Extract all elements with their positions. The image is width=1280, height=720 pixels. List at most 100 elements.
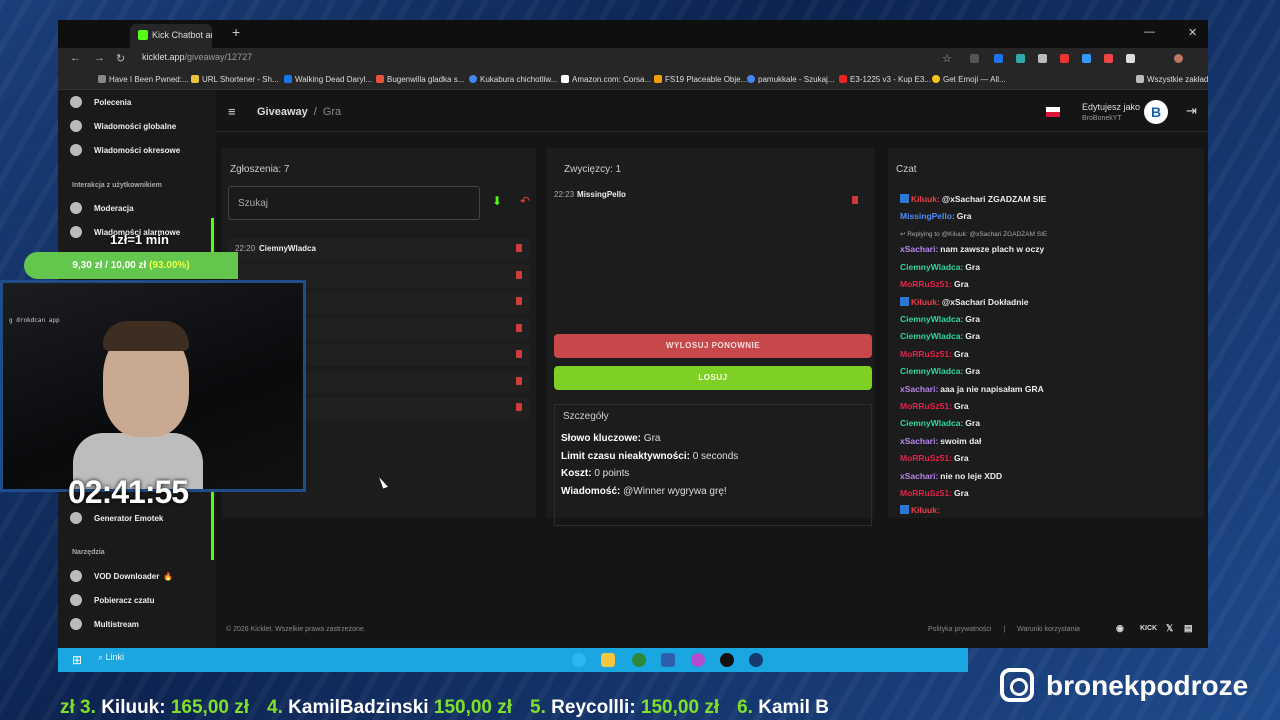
instagram-brand: bronekpodroze xyxy=(994,660,1280,710)
chat-username[interactable]: CiemnyWladca: xyxy=(900,314,963,324)
sidebar-item-moderation[interactable]: Moderacja xyxy=(70,202,134,214)
app-icon[interactable] xyxy=(691,653,705,667)
reload-icon[interactable]: ↻ xyxy=(116,52,125,65)
tab-bar: Kick Chatbot and + — ✕ xyxy=(58,20,1208,48)
steam-icon[interactable] xyxy=(749,653,763,667)
chat-username[interactable]: xSachari: xyxy=(900,471,938,481)
trash-icon[interactable] xyxy=(516,350,522,358)
chat-username[interactable]: MoRRuSz51: xyxy=(900,349,952,359)
bookmark[interactable]: pamukkale - Szukaj... xyxy=(747,75,834,84)
new-tab-icon[interactable]: + xyxy=(232,24,240,40)
trash-icon[interactable] xyxy=(516,403,522,411)
chat-username[interactable]: MoRRuSz51: xyxy=(900,488,952,498)
chat-username[interactable]: Kiluuk: xyxy=(911,505,940,515)
sidebar-item-periodic-messages[interactable]: Wiadomości okresowe xyxy=(70,144,180,156)
bookmark-folder[interactable]: Wszystkie zakład xyxy=(1136,75,1208,84)
windows-start-icon[interactable]: ⊞ xyxy=(72,653,82,667)
discord-icon[interactable]: ◉ xyxy=(1116,623,1124,634)
trash-icon[interactable] xyxy=(516,323,522,332)
chat-message: CiemnyWladca: Gra xyxy=(900,366,980,376)
chat-username[interactable]: xSachari: xyxy=(900,244,938,254)
bookmark[interactable]: E3-1225 v3 - Kup E3... xyxy=(839,75,931,84)
extension-icon[interactable] xyxy=(1082,54,1091,63)
chat-message: xSachari: nam zawsze plach w oczy xyxy=(900,244,1044,254)
sidebar-scrollbar[interactable] xyxy=(211,490,214,560)
chat-username[interactable]: Kiluuk: xyxy=(911,297,940,307)
sidebar-item-chat-downloader[interactable]: Pobieracz czatu xyxy=(70,594,154,606)
chat-username[interactable]: Kiluuk: xyxy=(911,194,940,204)
bookmark-star-icon[interactable]: ☆ xyxy=(942,52,952,65)
sidebar-item-global-messages[interactable]: Wiadomości globalne xyxy=(70,120,176,132)
winner-name: MissingPello xyxy=(577,190,626,199)
winners-title: Zwycięzcy: 1 xyxy=(564,164,622,175)
chat-username[interactable]: CiemnyWladca: xyxy=(900,331,963,341)
edge-icon[interactable] xyxy=(572,653,586,667)
bookmark[interactable]: Bugenwilla gladka s... xyxy=(376,75,464,84)
redraw-button[interactable]: WYLOSUJ PONOWNIE xyxy=(554,334,872,358)
taskbar-search[interactable]: ⌕ Linki xyxy=(98,652,124,663)
bookmark[interactable]: URL Shortener - Sh... xyxy=(191,75,279,84)
forward-icon[interactable]: → xyxy=(94,52,105,64)
chat-username[interactable]: xSachari: xyxy=(900,436,938,446)
profile-icon[interactable] xyxy=(1174,54,1183,63)
chat-username[interactable]: MoRRuSz51: xyxy=(900,453,952,463)
back-icon[interactable]: ← xyxy=(70,52,81,64)
extension-icon[interactable] xyxy=(1104,54,1113,63)
bookmark[interactable]: FS19 Placeable Obje... xyxy=(654,75,747,84)
extension-icon[interactable] xyxy=(1038,54,1047,63)
chat-message: xSachari: swoim dał xyxy=(900,436,981,446)
entries-title: Zgłoszenia: 7 xyxy=(230,164,290,175)
bookmark[interactable]: Have I Been Pwned:... xyxy=(98,75,189,84)
search-input[interactable]: Szukaj xyxy=(228,186,480,220)
minimize-icon[interactable]: — xyxy=(1144,26,1155,38)
chat-username[interactable]: CiemnyWladca: xyxy=(900,418,963,428)
trash-icon[interactable] xyxy=(852,196,858,204)
sidebar-item-commands[interactable]: Polecenia xyxy=(70,96,131,108)
extension-icon[interactable] xyxy=(1126,54,1135,63)
chrome-icon[interactable] xyxy=(632,653,646,667)
chat-username[interactable]: xSachari: xyxy=(900,384,938,394)
extension-icon[interactable] xyxy=(970,54,979,63)
chat-username[interactable]: CiemnyWladca: xyxy=(900,366,963,376)
sidebar-item-emote-generator[interactable]: Generator Emotek xyxy=(70,512,163,524)
url-field[interactable]: kicklet.app/giveaway/12727 xyxy=(142,52,252,62)
bookmark[interactable]: Get Emoji — All... xyxy=(932,75,1006,84)
breadcrumb-giveaway[interactable]: Giveaway xyxy=(257,106,308,118)
chat-message: MoRRuSz51: Gra xyxy=(900,488,969,498)
privacy-link[interactable]: Polityka prywatności xyxy=(928,626,991,633)
smiley-icon xyxy=(70,512,82,524)
trash-icon[interactable] xyxy=(516,297,522,305)
kick-icon[interactable]: KICK xyxy=(1140,625,1157,632)
trash-icon[interactable] xyxy=(516,244,522,252)
logout-icon[interactable]: ⇥ xyxy=(1186,103,1197,119)
chat-username[interactable]: MoRRuSz51: xyxy=(900,279,952,289)
bookmark[interactable]: Amazon.com: Corsa... xyxy=(561,75,651,84)
obs-icon[interactable] xyxy=(720,653,734,667)
chat-username[interactable]: MissingPello: xyxy=(900,211,955,221)
bookmark[interactable]: Kukabura chichotliw... xyxy=(469,75,557,84)
terms-link[interactable]: Warunki korzystania xyxy=(1017,626,1080,633)
extension-icon[interactable] xyxy=(1016,54,1025,63)
bookmark[interactable]: Walking Dead Daryl... xyxy=(284,75,372,84)
chat-username[interactable]: CiemnyWladca: xyxy=(900,262,963,272)
chat-username[interactable]: MoRRuSz51: xyxy=(900,401,952,411)
tab-kicklet[interactable]: Kick Chatbot and xyxy=(130,24,212,48)
draw-button[interactable]: LOSUJ xyxy=(554,366,872,390)
close-window-icon[interactable]: ✕ xyxy=(1188,26,1197,39)
sidebar-item-vod-downloader[interactable]: VOD Downloader 🔥 xyxy=(70,570,173,582)
menu-toggle-icon[interactable]: ≡ xyxy=(228,104,236,119)
folder-icon[interactable] xyxy=(601,653,615,667)
extension-icon[interactable] xyxy=(994,54,1003,63)
language-flag-icon[interactable] xyxy=(1046,107,1060,117)
extension-icon[interactable] xyxy=(1060,54,1069,63)
reset-icon[interactable]: ↶ xyxy=(520,194,530,208)
trash-icon[interactable] xyxy=(516,270,522,279)
sidebar-item-multistream[interactable]: Multistream xyxy=(70,618,139,630)
chat-text: swoim dał xyxy=(940,435,982,446)
avatar[interactable]: B xyxy=(1144,100,1168,124)
trash-icon[interactable] xyxy=(516,376,522,385)
document-icon[interactable]: ▤ xyxy=(1184,623,1193,634)
x-icon[interactable]: 𝕏 xyxy=(1166,623,1173,634)
download-icon[interactable]: ⬇ xyxy=(492,194,502,208)
app-icon[interactable] xyxy=(661,653,675,667)
